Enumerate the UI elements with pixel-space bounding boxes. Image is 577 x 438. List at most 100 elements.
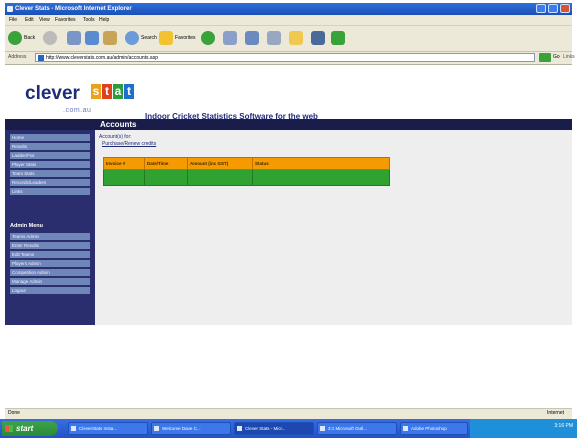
print-icon[interactable] bbox=[267, 31, 281, 45]
minimize-button[interactable] bbox=[536, 4, 546, 13]
window-title-bar[interactable]: Clever Stats - Microsoft Internet Explor… bbox=[5, 3, 572, 15]
sidebar-item-label: Enter Results bbox=[12, 243, 40, 248]
page-header-bar: Accounts bbox=[5, 119, 572, 130]
taskbar-item[interactable]: CleverStats Insta... bbox=[68, 422, 148, 435]
discuss-icon[interactable] bbox=[311, 31, 325, 45]
page-title: Accounts bbox=[100, 120, 137, 129]
sidebar-item-ladder[interactable]: Ladder/Fixt bbox=[10, 152, 90, 159]
windows-flag-icon bbox=[5, 425, 13, 432]
mail-icon[interactable] bbox=[245, 31, 259, 45]
sidebar-item-players-admin[interactable]: Players Admin bbox=[10, 260, 90, 267]
page-icon bbox=[38, 55, 44, 61]
menu-file[interactable]: File bbox=[9, 16, 17, 24]
favorites-icon[interactable] bbox=[159, 31, 173, 45]
security-zone: Internet bbox=[547, 410, 564, 416]
search-icon[interactable] bbox=[125, 31, 139, 45]
admin-menu-heading: Admin Menu bbox=[10, 223, 43, 229]
taskbar: start CleverStats Insta... Welcome Dave … bbox=[0, 419, 577, 438]
sidebar-item-player-stats[interactable]: Player Stats bbox=[10, 161, 90, 168]
menu-tools[interactable]: Tools bbox=[83, 16, 95, 24]
sidebar-item-links[interactable]: Links bbox=[10, 188, 90, 195]
table-cell bbox=[103, 169, 145, 186]
address-input[interactable]: http://www.cleverstats.com.au/admin/acco… bbox=[35, 53, 535, 62]
sidebar-item-label: Records/Leaders bbox=[12, 180, 47, 185]
accounts-label: Account(s) for: bbox=[99, 134, 132, 140]
sidebar-item-label: Manage Admin bbox=[12, 279, 43, 284]
clock[interactable]: 3:16 PM bbox=[554, 423, 573, 429]
sidebar-item-logout[interactable]: Logout bbox=[10, 287, 90, 294]
logo-letter: t bbox=[124, 84, 134, 99]
sidebar-item-label: Ladder/Fixt bbox=[12, 153, 35, 158]
media-icon[interactable] bbox=[201, 31, 215, 45]
sidebar-item-label: Team Stats bbox=[12, 171, 35, 176]
sidebar-item-manage-admin[interactable]: Manage Admin bbox=[10, 278, 90, 285]
address-label: Address bbox=[8, 54, 27, 60]
sidebar-item-competition-admin[interactable]: Competition Admin bbox=[10, 269, 90, 276]
table-header-row: Invoice # Date/Time Amount (inc GST) Sta… bbox=[103, 157, 390, 170]
go-icon[interactable] bbox=[539, 53, 551, 62]
address-url[interactable]: http://www.cleverstats.com.au/admin/acco… bbox=[46, 55, 158, 61]
sidebar: Home Results Ladder/Fixt Player Stats Te… bbox=[5, 130, 95, 325]
column-header-invoice: Invoice # bbox=[103, 157, 145, 170]
site-logo[interactable]: clever s t a t .com.au bbox=[25, 83, 135, 119]
status-text: Done bbox=[8, 410, 20, 416]
logo-letter: a bbox=[113, 84, 123, 99]
sidebar-item-teams-admin[interactable]: Teams Admin bbox=[10, 233, 90, 240]
sidebar-item-label: Teams Admin bbox=[12, 234, 40, 239]
sidebar-item-label: Edit Teams bbox=[12, 252, 35, 257]
sidebar-item-label: Links bbox=[12, 189, 23, 194]
sidebar-item-label: Player Stats bbox=[12, 162, 37, 167]
close-button[interactable] bbox=[560, 4, 570, 13]
back-label[interactable]: Back bbox=[24, 35, 35, 41]
sidebar-item-label: Players Admin bbox=[12, 261, 41, 266]
sidebar-item-label: Competition Admin bbox=[12, 270, 50, 275]
logo-letter: t bbox=[102, 84, 112, 99]
system-tray: 3:16 PM bbox=[470, 419, 577, 438]
start-button[interactable]: start bbox=[2, 421, 58, 436]
back-icon[interactable] bbox=[8, 31, 22, 45]
refresh-icon[interactable] bbox=[85, 31, 99, 45]
favorites-label[interactable]: Favorites bbox=[175, 35, 196, 41]
table-row bbox=[103, 169, 390, 186]
column-header-amount: Amount (inc GST) bbox=[187, 157, 253, 170]
home-icon[interactable] bbox=[103, 31, 117, 45]
address-bar: Address http://www.cleverstats.com.au/ad… bbox=[5, 52, 575, 65]
messenger-icon[interactable] bbox=[331, 31, 345, 45]
table-cell bbox=[144, 169, 188, 186]
taskbar-item[interactable]: Welcome Dave C... bbox=[151, 422, 231, 435]
stop-icon[interactable] bbox=[67, 31, 81, 45]
sidebar-item-team-stats[interactable]: Team Stats bbox=[10, 170, 90, 177]
forward-icon[interactable] bbox=[43, 31, 57, 45]
status-bar: Done Internet bbox=[5, 408, 572, 419]
history-icon[interactable] bbox=[223, 31, 237, 45]
menu-bar: File Edit View Favorites Tools Help bbox=[5, 15, 572, 26]
accounts-table: Invoice # Date/Time Amount (inc GST) Sta… bbox=[103, 157, 390, 186]
menu-view[interactable]: View bbox=[39, 16, 50, 24]
taskbar-item[interactable]: Adobe Photoshop bbox=[400, 422, 468, 435]
maximize-button[interactable] bbox=[548, 4, 558, 13]
taskbar-item-active[interactable]: Clever Stats - Micr... bbox=[234, 422, 314, 435]
logo-letter: s bbox=[91, 84, 101, 99]
window-title: Clever Stats - Microsoft Internet Explor… bbox=[15, 6, 132, 12]
sidebar-item-home[interactable]: Home bbox=[10, 134, 90, 141]
sidebar-item-records[interactable]: Records/Leaders bbox=[10, 179, 90, 186]
logo-domain: .com.au bbox=[63, 107, 92, 114]
sidebar-item-label: Logout bbox=[12, 288, 26, 293]
menu-edit[interactable]: Edit bbox=[25, 16, 34, 24]
web-page: clever s t a t .com.au Indoor Cricket St… bbox=[5, 65, 572, 408]
links-button[interactable]: Links bbox=[563, 54, 575, 60]
table-cell bbox=[252, 169, 390, 186]
logo-word: clever bbox=[25, 83, 80, 104]
column-header-status: Status bbox=[252, 157, 390, 170]
sidebar-item-enter-results[interactable]: Enter Results bbox=[10, 242, 90, 249]
menu-favorites[interactable]: Favorites bbox=[55, 16, 76, 24]
sidebar-item-edit-teams[interactable]: Edit Teams bbox=[10, 251, 90, 258]
purchase-credits-link[interactable]: Purchase/Renew credits bbox=[102, 141, 156, 147]
go-button[interactable]: Go bbox=[553, 54, 560, 60]
sidebar-item-results[interactable]: Results bbox=[10, 143, 90, 150]
taskbar-item[interactable]: 3:1 Microsoft Outl... bbox=[317, 422, 397, 435]
menu-help[interactable]: Help bbox=[99, 16, 109, 24]
folder-icon[interactable] bbox=[289, 31, 303, 45]
table-cell bbox=[187, 169, 253, 186]
search-label[interactable]: Search bbox=[141, 35, 157, 41]
